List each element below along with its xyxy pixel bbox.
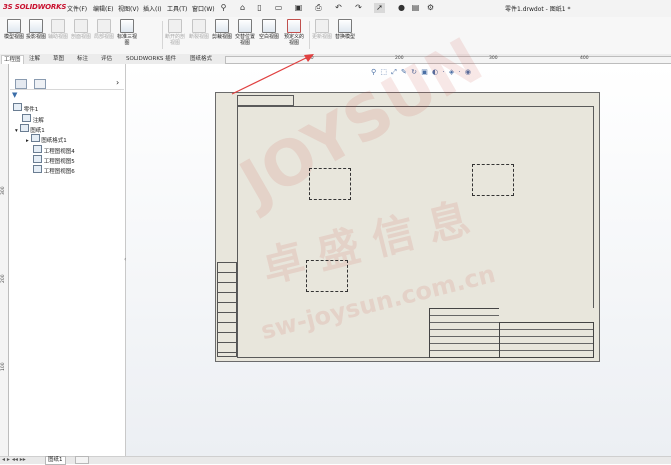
standard-3-view-button[interactable]: 标准三视图 [116, 19, 138, 51]
vertical-ruler [0, 64, 9, 456]
revision-block [217, 262, 237, 357]
replace-model-icon [338, 19, 352, 33]
tab-evaluate[interactable]: 评估 [99, 55, 114, 64]
tree-item-view5[interactable]: 工程图视图5 [33, 155, 75, 165]
menu-insert[interactable]: 插入(I) [143, 4, 161, 13]
pin-icon[interactable]: ⚲ [218, 3, 229, 13]
annotation-arrow [231, 54, 314, 95]
tab-dimension[interactable]: 标注 [75, 55, 90, 64]
tab-sketch[interactable]: 草图 [51, 55, 66, 64]
empty-view-button[interactable]: 空白视图 [258, 19, 280, 51]
tree-item-annotations[interactable]: 注解 [22, 114, 44, 124]
drawing-view-4[interactable] [309, 168, 351, 200]
file-properties-icon[interactable]: ▤ [410, 3, 421, 13]
annotations-icon [22, 114, 31, 122]
title-block-name-area [499, 308, 594, 323]
tree-item-view4[interactable]: 工程图视图4 [33, 145, 75, 155]
tab-annotation[interactable]: 注解 [27, 55, 42, 64]
tree-item-view6[interactable]: 工程图视图6 [33, 165, 75, 175]
new-document-icon[interactable]: ▯ [254, 3, 265, 13]
redo-icon[interactable]: ↷ [353, 3, 364, 13]
sheet-nav-arrows[interactable]: ◂ ▸ ◂◂ ▸▸ [2, 456, 26, 463]
break-view-button[interactable]: 断裂视图 [188, 19, 210, 51]
drawing-view-icon [33, 165, 42, 173]
tree-item-sheet1[interactable]: ▾ 图纸1 [15, 124, 45, 134]
ruler-mark: 300 [489, 56, 498, 61]
predefined-view-icon [287, 19, 301, 33]
alternate-position-icon [238, 19, 252, 33]
tab-solidworks-addins[interactable]: SOLIDWORKS 插件 [124, 55, 178, 64]
predefined-view-button[interactable]: 预定义的视图 [282, 19, 306, 51]
print-icon[interactable]: ⎙ [313, 3, 324, 13]
panel-tab-strip [10, 78, 124, 90]
broken-out-section-icon [168, 19, 182, 33]
drawing-view-icon [33, 155, 42, 163]
menu-edit[interactable]: 编辑(E) [93, 4, 113, 13]
filter-icon[interactable]: ▼ [12, 91, 17, 99]
select-icon[interactable]: ➚ [374, 3, 385, 13]
expand-panel-chevron-icon[interactable]: › [116, 78, 119, 87]
break-view-icon [192, 19, 206, 33]
model-view-button[interactable]: 模型视图 [3, 19, 25, 51]
tab-sheet-format[interactable]: 图纸格式 [188, 55, 214, 64]
update-views-button[interactable]: 更新视图 [311, 19, 333, 51]
solidworks-logo[interactable]: 3S SOLIDWORKS [3, 3, 66, 11]
crop-view-icon [215, 19, 229, 33]
auxiliary-view-button[interactable]: 辅助视图 [47, 19, 69, 51]
feature-manager-tab-icon[interactable] [15, 79, 27, 89]
tree-root[interactable]: 零件1 [13, 103, 38, 113]
drawing-view-5[interactable] [472, 164, 514, 196]
document-title: 零件1.drwdot - 图纸1 * [505, 6, 571, 13]
projected-view-icon [29, 19, 43, 33]
section-view-button[interactable]: 剖面视图 [70, 19, 92, 51]
empty-view-icon [262, 19, 276, 33]
ruler-mark: 100 [1, 362, 6, 371]
sheet-tab[interactable]: 图纸1 [45, 456, 66, 465]
drawing-view-icon [33, 145, 42, 153]
open-icon[interactable]: ▭ [273, 3, 284, 13]
auxiliary-view-icon [51, 19, 65, 33]
rebuild-icon[interactable]: ● [396, 3, 407, 13]
save-icon[interactable]: ▣ [293, 3, 304, 13]
menu-tools[interactable]: 工具(T) [167, 4, 187, 13]
menu-window[interactable]: 窗口(W) [192, 4, 215, 13]
menu-view[interactable]: 视图(V) [118, 4, 139, 13]
sheet-icon [19, 124, 29, 132]
detail-view-button[interactable]: 局部视图 [93, 19, 115, 51]
drawing-view-6[interactable] [306, 260, 348, 292]
crop-view-button[interactable]: 剪裁视图 [211, 19, 233, 51]
broken-out-section-button[interactable]: 断开的剖视图 [164, 19, 186, 51]
part-icon [13, 103, 22, 111]
ruler-mark: 200 [1, 274, 6, 283]
sheet-format-icon [30, 134, 40, 142]
home-icon[interactable]: ⌂ [237, 3, 248, 13]
options-icon[interactable]: ⚙ [425, 3, 436, 13]
update-views-icon [315, 19, 329, 33]
ruler-mark: 300 [1, 186, 6, 195]
tree-item-sheet-format[interactable]: ▸ 图纸格式1 [26, 134, 67, 144]
replace-model-button[interactable]: 替换模型 [334, 19, 356, 51]
alternate-position-view-button[interactable]: 交替位置视图 [234, 19, 256, 51]
model-view-icon [7, 19, 21, 33]
standard-3-view-icon [120, 19, 134, 33]
undo-icon[interactable]: ↶ [333, 3, 344, 13]
projected-view-button[interactable]: 投影视图 [25, 19, 47, 51]
menu-file[interactable]: 文件(F) [67, 4, 87, 13]
ruler-mark: 400 [580, 56, 589, 61]
detail-view-icon [97, 19, 111, 33]
property-manager-tab-icon[interactable] [34, 79, 46, 89]
section-view-icon [74, 19, 88, 33]
